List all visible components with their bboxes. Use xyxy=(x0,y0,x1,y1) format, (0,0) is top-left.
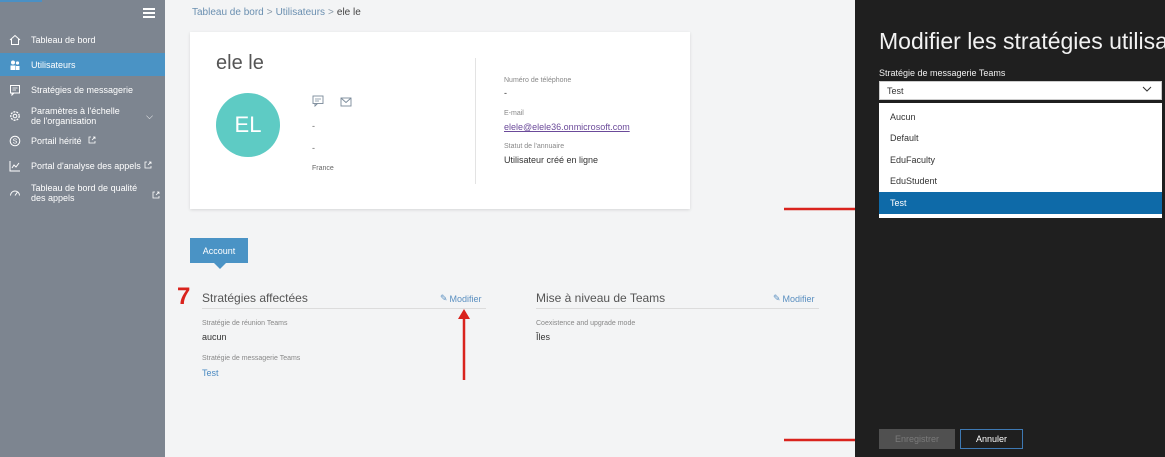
meeting-policy-value: aucun xyxy=(202,332,227,342)
messaging-icon xyxy=(8,83,22,97)
messaging-policy-value[interactable]: Test xyxy=(202,368,219,378)
red-arrow-up-annotation xyxy=(458,309,470,380)
sidebar-item-call-analytics[interactable]: Portal d'analyse des appels xyxy=(0,158,165,174)
sidebar-item-label: Tableau de bord de qualité des appels xyxy=(31,183,138,203)
sidebar-item-label: Tableau de bord xyxy=(31,35,96,45)
directory-status-value: Utilisateur créé en ligne xyxy=(504,155,599,165)
phone-label: Numéro de téléphone xyxy=(504,77,572,84)
dropdown-option-edufaculty[interactable]: EduFaculty xyxy=(879,149,1162,171)
home-icon xyxy=(8,33,22,47)
external-link-icon xyxy=(152,191,160,201)
user-name: ele le xyxy=(216,52,264,74)
dropdown-option-edustudent[interactable]: EduStudent xyxy=(879,170,1162,192)
panel-title: Modifier les stratégies utilisa xyxy=(879,28,1165,54)
sidebar-item-label: Utilisateurs xyxy=(31,59,76,70)
profile-line-1: - xyxy=(312,121,315,131)
breadcrumb-dashboard[interactable]: Tableau de bord xyxy=(192,7,264,18)
external-link-icon xyxy=(144,161,152,171)
phone-value: - xyxy=(504,88,507,98)
messaging-policy-dropdown: Aucun Default EduFaculty EduStudent Test xyxy=(879,103,1162,218)
skype-icon: S xyxy=(8,134,22,148)
chevron-down-icon[interactable]: ⌵ xyxy=(146,111,153,122)
avatar-initials: EL xyxy=(234,112,262,137)
select-value: Test xyxy=(887,85,904,96)
chat-icon[interactable] xyxy=(312,94,326,108)
chart-icon xyxy=(8,159,22,173)
chevron-down-icon[interactable] xyxy=(1142,85,1152,95)
profile-country: France xyxy=(312,165,334,172)
breadcrumb-users[interactable]: Utilisateurs xyxy=(276,7,325,18)
users-icon xyxy=(8,58,22,72)
sidebar-item-call-quality-dashboard[interactable]: Tableau de bord de qualité des appels xyxy=(0,181,165,205)
external-link-icon xyxy=(88,136,96,146)
hamburger-menu-icon[interactable] xyxy=(143,8,155,18)
dropdown-option-default[interactable]: Default xyxy=(879,127,1162,149)
email-link[interactable]: elele@elele36.onmicrosoft.com xyxy=(504,122,630,132)
upgrade-mode-label: Coexistence and upgrade mode xyxy=(536,320,636,327)
directory-status-label: Statut de l'annuaire xyxy=(504,143,565,150)
breadcrumb-current: ele le xyxy=(336,7,361,18)
dropdown-option-aucun[interactable]: Aucun xyxy=(879,106,1162,128)
user-profile-card: ele le EL - - France Numéro de téléphone… xyxy=(190,32,690,209)
tab-account[interactable]: Account xyxy=(190,238,248,269)
edit-policies-label: Modifier xyxy=(449,293,482,304)
email-label: E-mail xyxy=(504,110,524,117)
sidebar-item-org-settings[interactable]: Paramètres à l'échelle de l'organisation… xyxy=(0,105,165,127)
messaging-policy-select[interactable]: Test xyxy=(879,81,1162,100)
sidebar: Tableau de bord Utilisateurs Stratégies … xyxy=(0,0,165,457)
step-number-annotation: 7 xyxy=(177,283,191,310)
sidebar-item-label: Stratégies de messagerie xyxy=(31,85,134,95)
edit-policies-button[interactable]: ✎ Modifier xyxy=(440,293,482,304)
edit-upgrade-button[interactable]: ✎ Modifier xyxy=(773,293,815,304)
upgrade-mode-value: Îles xyxy=(536,332,551,342)
save-button[interactable]: Enregistrer xyxy=(879,429,955,449)
dropdown-option-test[interactable]: Test xyxy=(879,192,1162,214)
meeting-policy-label: Stratégie de réunion Teams xyxy=(202,320,288,327)
card-divider xyxy=(475,58,476,184)
sidebar-item-dashboard[interactable]: Tableau de bord xyxy=(0,31,165,49)
avatar: EL xyxy=(216,93,280,157)
sidebar-item-messaging-policies[interactable]: Stratégies de messagerie xyxy=(0,82,165,98)
assigned-policies-title: Stratégies affectées xyxy=(202,291,308,305)
edit-policies-panel: Modifier les stratégies utilisa Stratégi… xyxy=(855,0,1165,457)
section-divider xyxy=(536,308,819,309)
breadcrumb-separator: > xyxy=(266,7,273,18)
cancel-button[interactable]: Annuler xyxy=(960,429,1023,449)
gear-icon xyxy=(8,109,22,123)
sidebar-item-users[interactable]: Utilisateurs xyxy=(0,53,165,76)
profile-line-2: - xyxy=(312,143,315,153)
sidebar-item-label: Paramètres à l'échelle de l'organisation xyxy=(31,106,120,126)
sidebar-item-legacy-portal[interactable]: S Portail hérité xyxy=(0,133,165,149)
gauge-icon xyxy=(8,186,22,200)
breadcrumb: Tableau de bord > Utilisateurs > ele le xyxy=(192,7,361,18)
sidebar-accent-line xyxy=(0,0,42,2)
pencil-icon: ✎ xyxy=(773,293,781,303)
svg-text:S: S xyxy=(13,139,18,146)
edit-upgrade-label: Modifier xyxy=(782,293,815,304)
messaging-policy-label: Stratégie de messagerie Teams xyxy=(202,355,301,362)
breadcrumb-separator: > xyxy=(328,7,334,18)
sidebar-item-label: Portail hérité xyxy=(31,136,82,146)
messaging-policy-field-label: Stratégie de messagerie Teams xyxy=(879,68,1006,78)
section-divider xyxy=(202,308,486,309)
teams-upgrade-title: Mise à niveau de Teams xyxy=(536,291,666,305)
pencil-icon: ✎ xyxy=(440,293,448,303)
sidebar-item-label: Portal d'analyse des appels xyxy=(31,161,141,171)
mail-icon[interactable] xyxy=(340,94,354,107)
